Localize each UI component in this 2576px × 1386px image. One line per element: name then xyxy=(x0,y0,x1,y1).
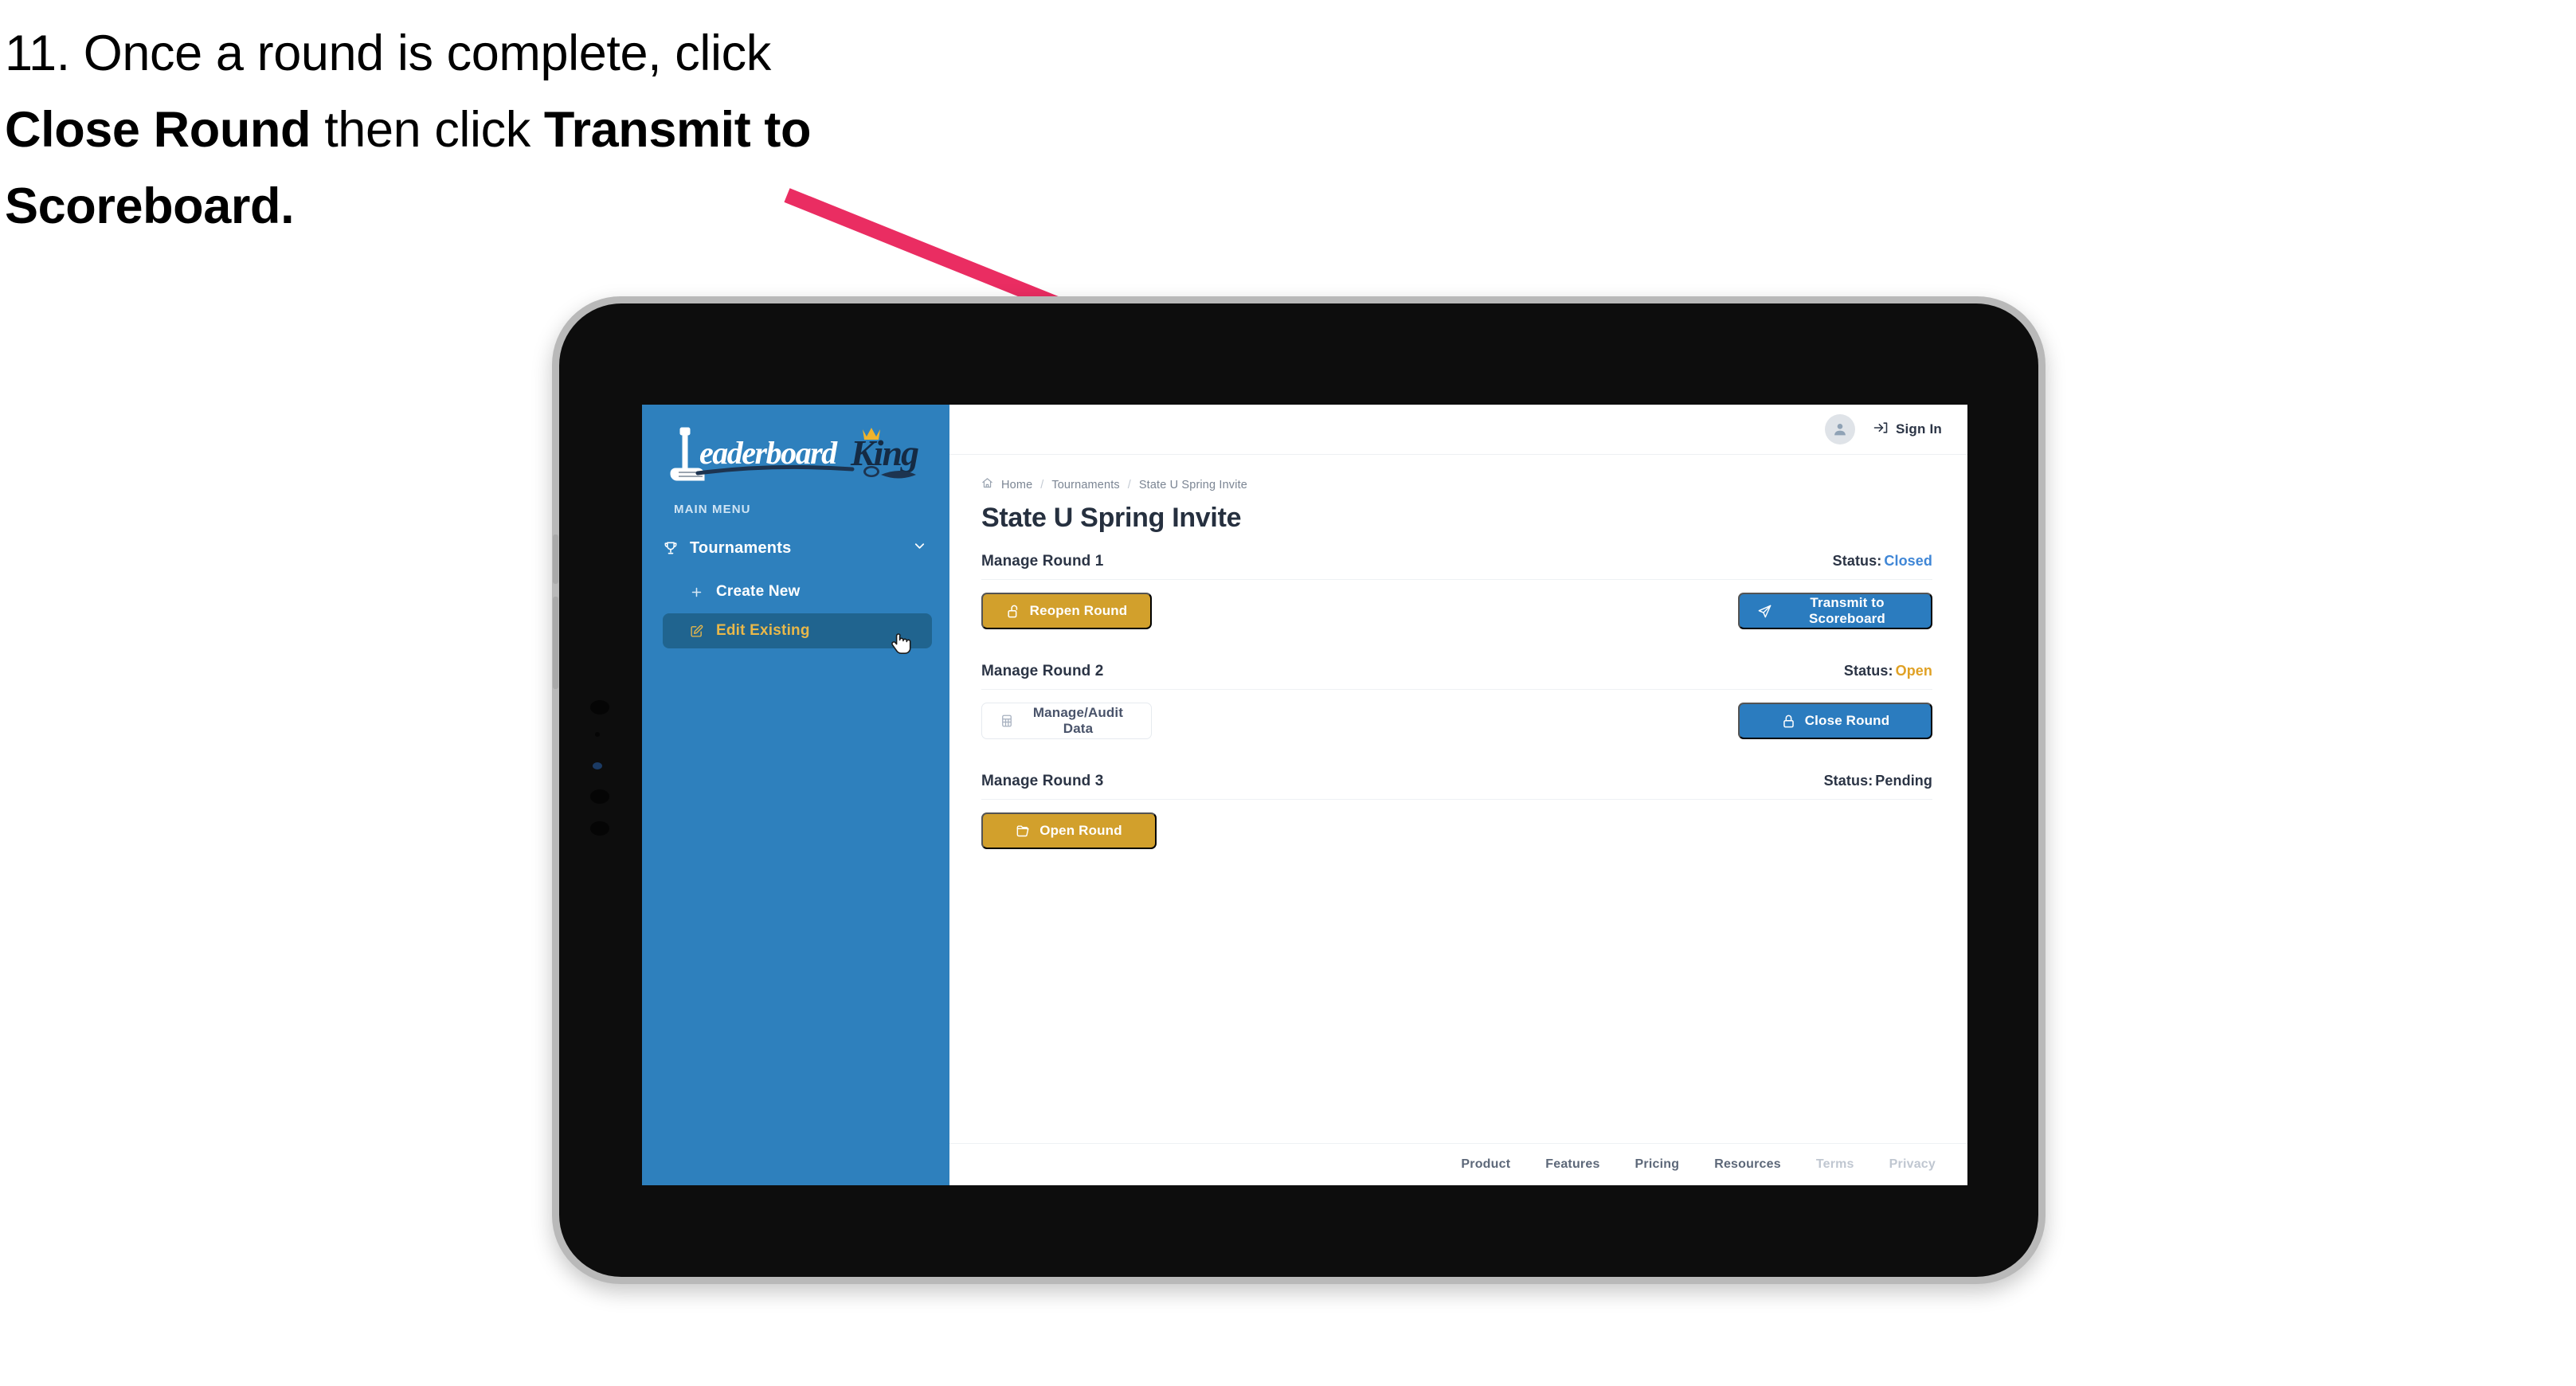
status-label: Status: xyxy=(1843,663,1893,679)
sign-in-arrow-icon xyxy=(1873,420,1889,440)
user-icon xyxy=(1834,424,1846,436)
status-label: Status: xyxy=(1823,773,1873,789)
tablet-bezel: eaderboard King MAIN MENU Tournaments Cr… xyxy=(553,303,2038,1277)
button-label: Reopen Round xyxy=(1029,603,1128,618)
button-label: Open Round xyxy=(1039,823,1122,838)
breadcrumb: Home / Tournaments / State U Spring Invi… xyxy=(981,477,1932,492)
breadcrumb-item-current: State U Spring Invite xyxy=(1138,478,1247,491)
status-badge: Status: Open xyxy=(1844,663,1932,679)
close-round-button[interactable]: Close Round xyxy=(1738,703,1932,739)
sidebar-item-label: Create New xyxy=(716,583,801,600)
status-badge: Status: Pending xyxy=(1824,773,1932,789)
tablet-side-button-top xyxy=(553,534,558,584)
sidebar-item-create-new[interactable]: Create New xyxy=(663,574,932,609)
manage-audit-data-button[interactable]: Manage/Audit Data xyxy=(981,703,1152,739)
round-header: Manage Round 2 Status: Open xyxy=(981,663,1932,680)
sign-in-button[interactable]: Sign In xyxy=(1873,420,1942,440)
tablet-camera-dot-3 xyxy=(590,821,609,836)
footer-link-product[interactable]: Product xyxy=(1461,1157,1510,1172)
reopen-round-button[interactable]: Reopen Round xyxy=(981,593,1152,629)
top-bar: Sign In xyxy=(949,405,1967,455)
round-block: Manage Round 2 Status: Open Manage/Audit… xyxy=(981,663,1932,739)
leaderboardking-logo: eaderboard King xyxy=(670,427,920,481)
sidebar: eaderboard King MAIN MENU Tournaments Cr… xyxy=(642,405,949,1185)
breadcrumb-item-home[interactable]: Home xyxy=(1001,479,1032,491)
paper-plane-icon xyxy=(1757,604,1772,619)
transmit-to-scoreboard-button[interactable]: Transmit to Scoreboard xyxy=(1738,593,1932,629)
round-title: Manage Round 2 xyxy=(981,663,1104,679)
divider xyxy=(981,579,1932,580)
svg-text:King: King xyxy=(850,433,918,473)
round-block: Manage Round 1 Status: Closed Reopen Rou… xyxy=(981,553,1932,629)
main-content: Sign In Home / Tournaments / State U Spr… xyxy=(949,405,1967,1185)
breadcrumb-separator: / xyxy=(1040,478,1044,491)
footer-link-pricing[interactable]: Pricing xyxy=(1635,1157,1680,1172)
tablet-sensor-dot xyxy=(595,732,600,737)
button-label: Close Round xyxy=(1804,713,1890,728)
chevron-down-icon[interactable] xyxy=(912,538,927,558)
breadcrumb-item-tournaments[interactable]: Tournaments xyxy=(1051,479,1119,491)
tablet-device-frame: eaderboard King MAIN MENU Tournaments Cr… xyxy=(552,296,2046,1284)
table-grid-icon xyxy=(1000,714,1014,728)
instruction-caption: 11. Once a round is complete, click Clos… xyxy=(5,16,865,245)
tablet-led-dot xyxy=(593,762,602,769)
button-label: Manage/Audit Data xyxy=(1032,705,1124,736)
round-header: Manage Round 1 Status: Closed xyxy=(981,553,1932,570)
round-title: Manage Round 1 xyxy=(981,553,1104,570)
caption-text-1: 11. Once a round is complete, click xyxy=(5,25,771,81)
status-value: Pending xyxy=(1875,773,1932,789)
plus-icon xyxy=(690,585,703,599)
sidebar-item-label: Tournaments xyxy=(690,538,792,557)
caption-bold-close-round: Close Round xyxy=(5,101,311,158)
footer-link-terms[interactable]: Terms xyxy=(1816,1157,1854,1172)
footer-link-features[interactable]: Features xyxy=(1545,1157,1599,1172)
footer-links: Product Features Pricing Resources Terms… xyxy=(949,1143,1967,1185)
footer-link-resources[interactable]: Resources xyxy=(1714,1157,1781,1172)
footer-link-privacy[interactable]: Privacy xyxy=(1889,1157,1936,1172)
status-badge: Status: Closed xyxy=(1833,553,1932,570)
folder-open-icon xyxy=(1016,824,1031,839)
status-value: Open xyxy=(1895,663,1932,679)
tablet-side-button-bottom xyxy=(553,597,558,689)
round-actions: Reopen Round Transmit to Scoreboard xyxy=(981,593,1932,629)
sidebar-section-label: MAIN MENU xyxy=(674,503,751,516)
mouse-cursor-pointing-hand xyxy=(891,633,911,654)
open-round-button[interactable]: Open Round xyxy=(981,812,1157,849)
home-icon[interactable] xyxy=(981,477,993,492)
button-label: Transmit to Scoreboard xyxy=(1809,595,1885,626)
svg-text:eaderboard: eaderboard xyxy=(699,435,838,471)
sidebar-item-tournaments[interactable]: Tournaments xyxy=(663,531,932,566)
divider xyxy=(981,799,1932,800)
status-value: Closed xyxy=(1884,553,1932,569)
round-block: Manage Round 3 Status: Pending Open Roun… xyxy=(981,773,1932,849)
breadcrumb-separator: / xyxy=(1127,478,1131,491)
trophy-icon xyxy=(663,540,679,556)
sign-in-label: Sign In xyxy=(1895,421,1942,437)
lock-icon xyxy=(1781,714,1796,729)
divider xyxy=(981,689,1932,690)
edit-square-icon xyxy=(690,624,703,638)
page-title: State U Spring Invite xyxy=(981,503,1242,533)
caption-text-2: then click xyxy=(311,101,544,158)
unlock-icon xyxy=(1006,604,1021,619)
round-actions: Manage/Audit Data Close Round xyxy=(981,703,1932,739)
round-actions: Open Round xyxy=(981,812,1932,849)
status-label: Status: xyxy=(1832,553,1882,569)
round-header: Manage Round 3 Status: Pending xyxy=(981,773,1932,790)
page-body: Home / Tournaments / State U Spring Invi… xyxy=(949,455,1967,1143)
round-title: Manage Round 3 xyxy=(981,773,1104,789)
tablet-camera-dot-1 xyxy=(590,700,609,715)
avatar[interactable] xyxy=(1824,414,1855,444)
sidebar-item-label: Edit Existing xyxy=(716,622,810,639)
tablet-screen: eaderboard King MAIN MENU Tournaments Cr… xyxy=(642,405,1967,1185)
tablet-camera-dot-2 xyxy=(590,789,609,804)
